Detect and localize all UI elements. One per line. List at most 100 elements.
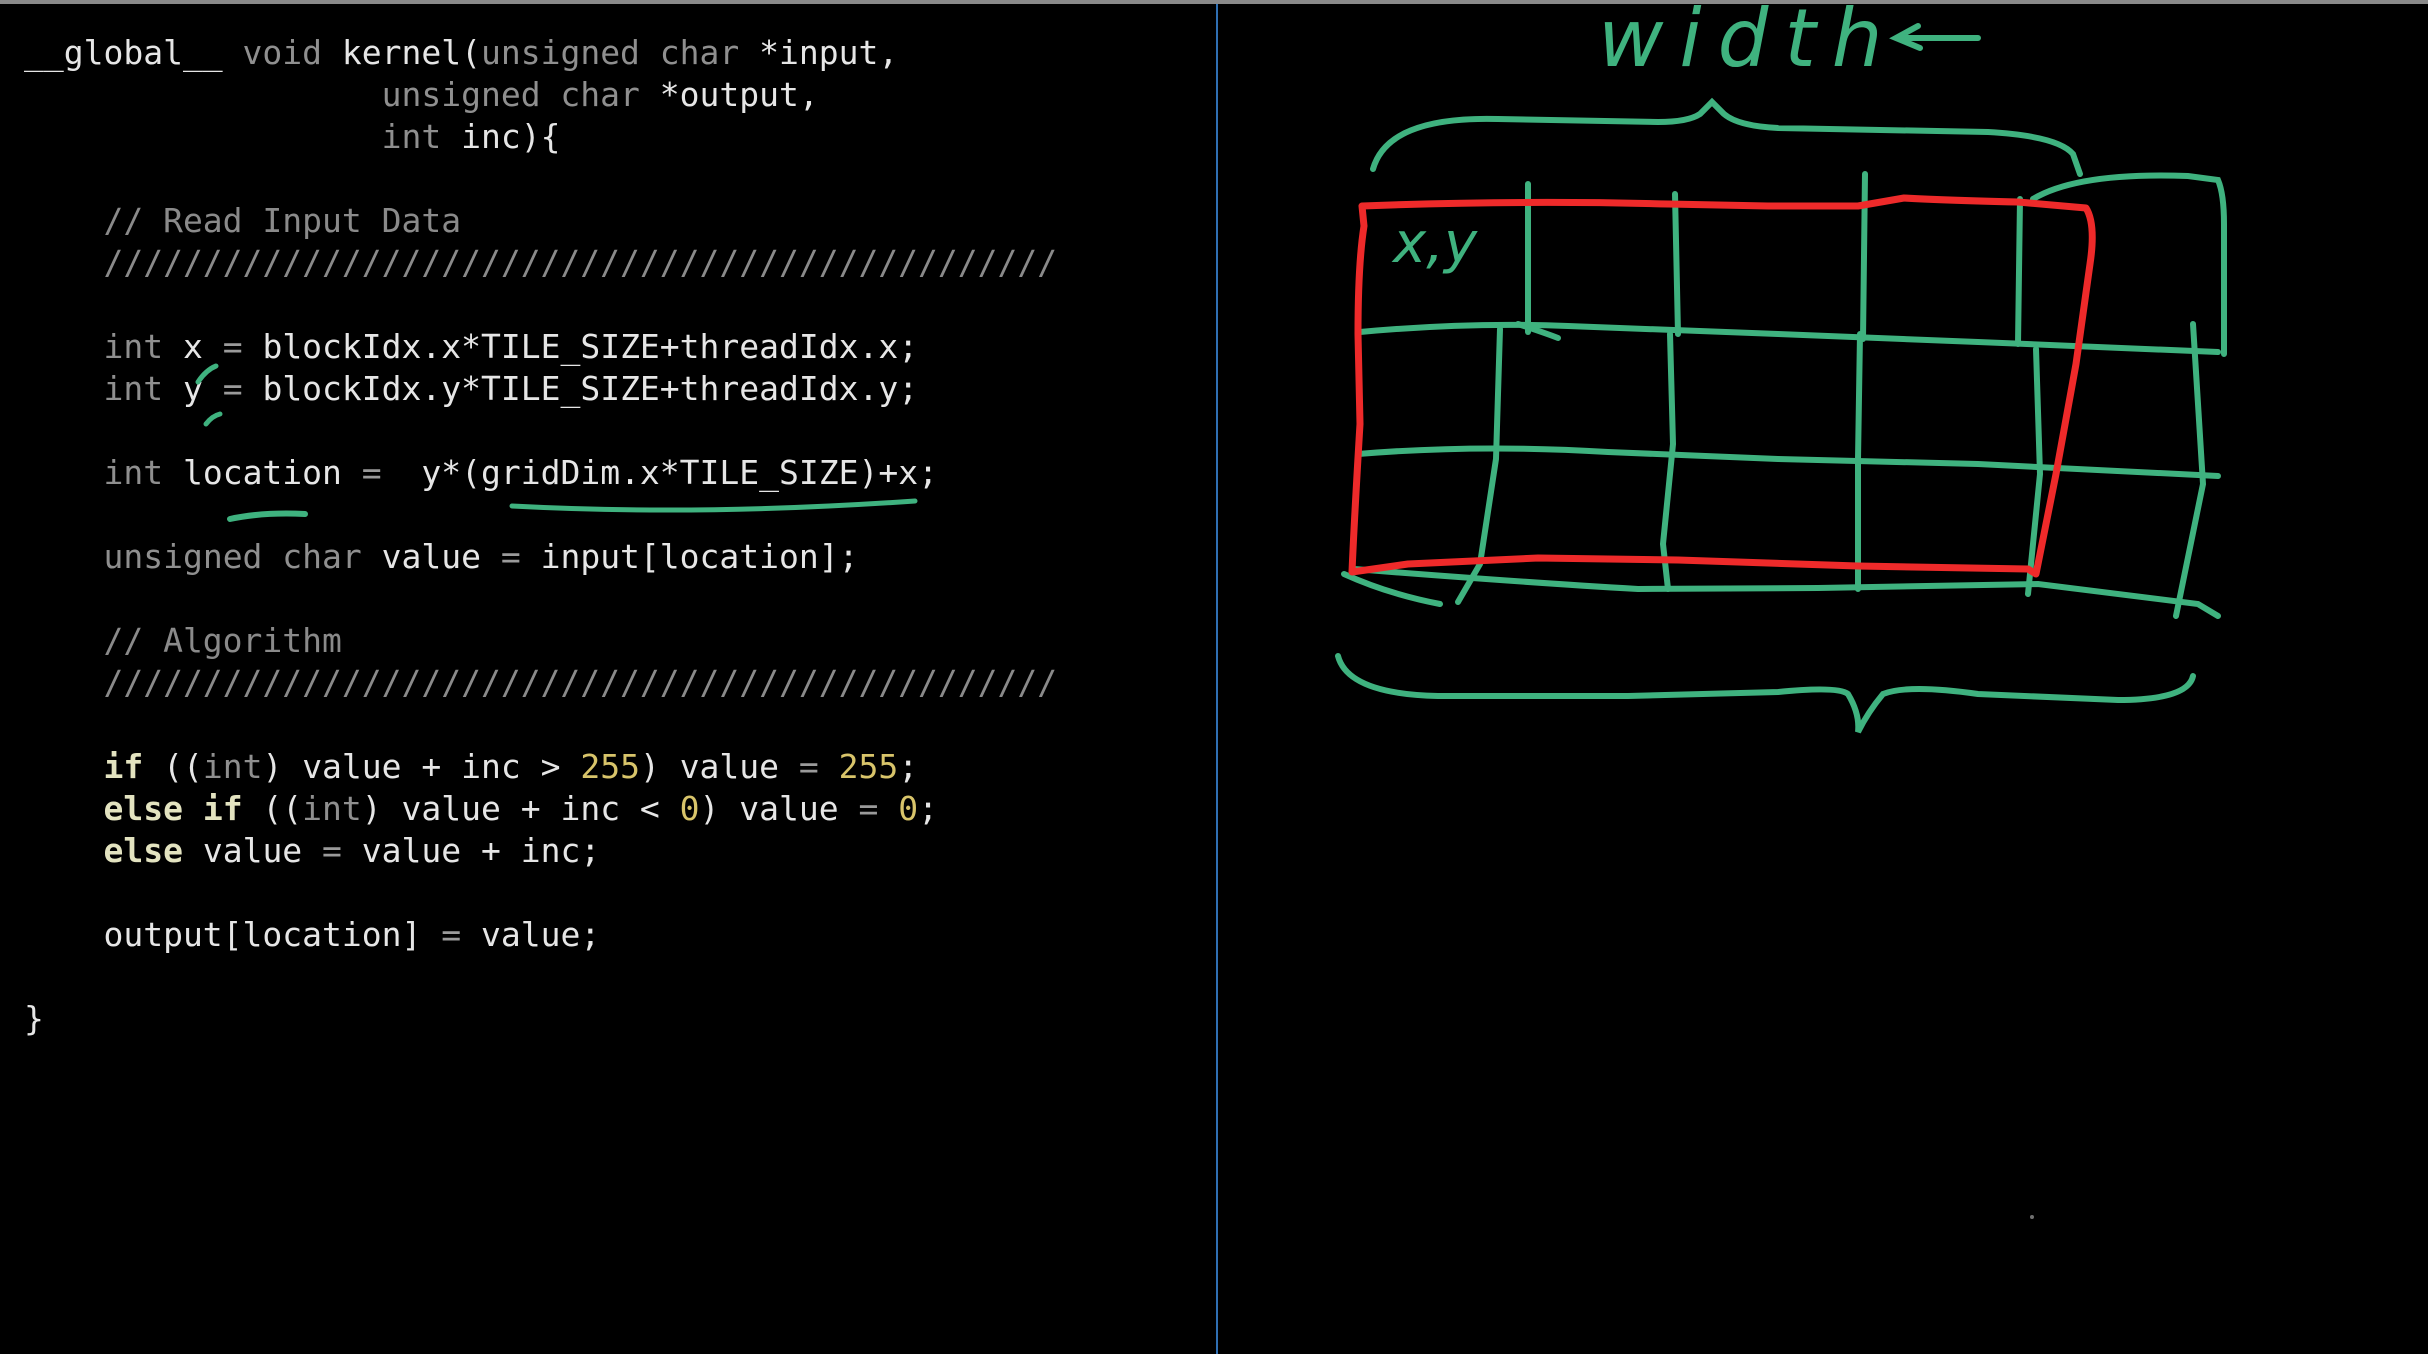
code-token-kw: else bbox=[103, 831, 183, 870]
code-token-op: = bbox=[798, 747, 819, 786]
code-token-plain: input[location]; bbox=[520, 537, 859, 576]
code-token-num: 0 bbox=[898, 789, 919, 828]
code-token-plain: inc){ bbox=[441, 117, 561, 156]
code-token-type: int bbox=[103, 327, 164, 366]
code-token-plain: __global__ bbox=[24, 33, 243, 72]
grid-left-bottom-tail bbox=[1341, 571, 1443, 607]
code-token-plain: ; bbox=[898, 747, 919, 786]
code-line: if ((int) value + inc > 255) value = 255… bbox=[24, 746, 918, 788]
code-token-op: = bbox=[322, 831, 342, 870]
code-token-op: = bbox=[361, 453, 382, 492]
bottom-brace bbox=[1335, 653, 2196, 734]
ink-tick-y bbox=[203, 411, 223, 427]
code-token-plain: blockIdx.y*TILE_SIZE+threadIdx.y; bbox=[242, 369, 919, 408]
grid-vline-4 bbox=[2015, 196, 2023, 347]
code-token-plain: ) value + inc < bbox=[361, 789, 680, 828]
code-token-plain: } bbox=[24, 999, 44, 1038]
code-line: else if ((int) value + inc < 0) value = … bbox=[24, 788, 938, 830]
code-token-plain: ) value + inc > bbox=[262, 747, 581, 786]
code-line: output[location] = value; bbox=[24, 914, 600, 956]
whiteboard-panel: width x,y bbox=[1218, 4, 2428, 1354]
code-token-plain: (( bbox=[242, 789, 303, 828]
code-token-plain: value bbox=[361, 537, 501, 576]
code-token-type: unsigned char bbox=[381, 75, 640, 114]
code-line: int location = y*(gridDim.x*TILE_SIZE)+x… bbox=[24, 452, 938, 494]
code-token-plain: ; bbox=[918, 789, 938, 828]
code-token-plain: (( bbox=[143, 747, 203, 786]
code-token-num: 255 bbox=[580, 747, 640, 786]
code-token-plain: value bbox=[182, 831, 323, 870]
code-token-plain: value + inc; bbox=[341, 831, 601, 870]
screen: __global__ void kernel(unsigned char *in… bbox=[0, 0, 2428, 1354]
code-line: __global__ void kernel(unsigned char *in… bbox=[24, 32, 898, 74]
code-line: // Read Input Data bbox=[24, 200, 461, 242]
code-token-op: = bbox=[222, 327, 243, 366]
code-line: int x = blockIdx.x*TILE_SIZE+threadIdx.x… bbox=[24, 326, 918, 368]
code-line: int inc){ bbox=[24, 116, 561, 158]
code-token-type: int bbox=[103, 369, 164, 408]
code-token-num: 0 bbox=[679, 789, 700, 828]
whiteboard-canvas[interactable]: width x,y bbox=[1218, 4, 2428, 1354]
code-line: int y = blockIdx.y*TILE_SIZE+threadIdx.y… bbox=[24, 368, 918, 410]
code-token-op: = bbox=[858, 789, 879, 828]
code-token-type: int bbox=[202, 747, 263, 786]
code-line: else value = value + inc; bbox=[24, 830, 600, 872]
code-token-comment: // Algorithm bbox=[24, 621, 342, 660]
code-token-type: int bbox=[381, 117, 442, 156]
ink-underline-location bbox=[227, 510, 308, 522]
stray-dot bbox=[2030, 1215, 2034, 1219]
code-token-op: = bbox=[441, 915, 462, 954]
grid-vline-6 bbox=[1659, 331, 1677, 592]
grid-vline-7 bbox=[1855, 331, 1863, 592]
code-token-plain: ) value bbox=[639, 747, 799, 786]
code-token-type: unsigned char bbox=[103, 537, 362, 576]
code-line: unsigned char value = input[location]; bbox=[24, 536, 858, 578]
code-token-plain: *input, bbox=[739, 33, 899, 72]
code-token-plain: y bbox=[163, 369, 223, 408]
code-line: unsigned char *output, bbox=[24, 74, 819, 116]
code-token-num: 255 bbox=[838, 747, 899, 786]
top-brace bbox=[1370, 97, 2083, 177]
width-arrow bbox=[1889, 23, 1981, 51]
code-token-type: unsigned char bbox=[480, 33, 740, 72]
grid-vline-3 bbox=[1860, 171, 1868, 342]
code-line: // Algorithm bbox=[24, 620, 342, 662]
code-token-plain: kernel( bbox=[322, 33, 481, 72]
code-token-plain: y*(gridDim.x*TILE_SIZE)+x; bbox=[381, 453, 938, 492]
code-token-type: int bbox=[103, 453, 164, 492]
code-token-type: int bbox=[302, 789, 362, 828]
code-line: ////////////////////////////////////////… bbox=[24, 662, 1057, 704]
code-token-comment: // Read Input Data bbox=[24, 201, 462, 240]
grid-hline-1 bbox=[1357, 321, 2221, 355]
code-token-plain: location bbox=[163, 453, 362, 492]
code-token-plain: output[location] bbox=[24, 915, 442, 954]
code-token-plain: blockIdx.x*TILE_SIZE+threadIdx.x; bbox=[242, 327, 919, 366]
width-label: width bbox=[1598, 4, 1899, 85]
grid-hline-2 bbox=[1355, 445, 2221, 479]
code-token-plain: value; bbox=[461, 915, 601, 954]
code-token-comment: ////////////////////////////////////////… bbox=[24, 243, 1058, 282]
code-line: } bbox=[24, 998, 44, 1040]
grid-vline-2 bbox=[1672, 191, 1681, 337]
code-token-plain: x bbox=[163, 327, 223, 366]
cell-label-xy: x,y bbox=[1391, 211, 1478, 276]
code-editor-panel: __global__ void kernel(unsigned char *in… bbox=[0, 4, 1216, 1354]
code-token-op: = bbox=[222, 369, 243, 408]
